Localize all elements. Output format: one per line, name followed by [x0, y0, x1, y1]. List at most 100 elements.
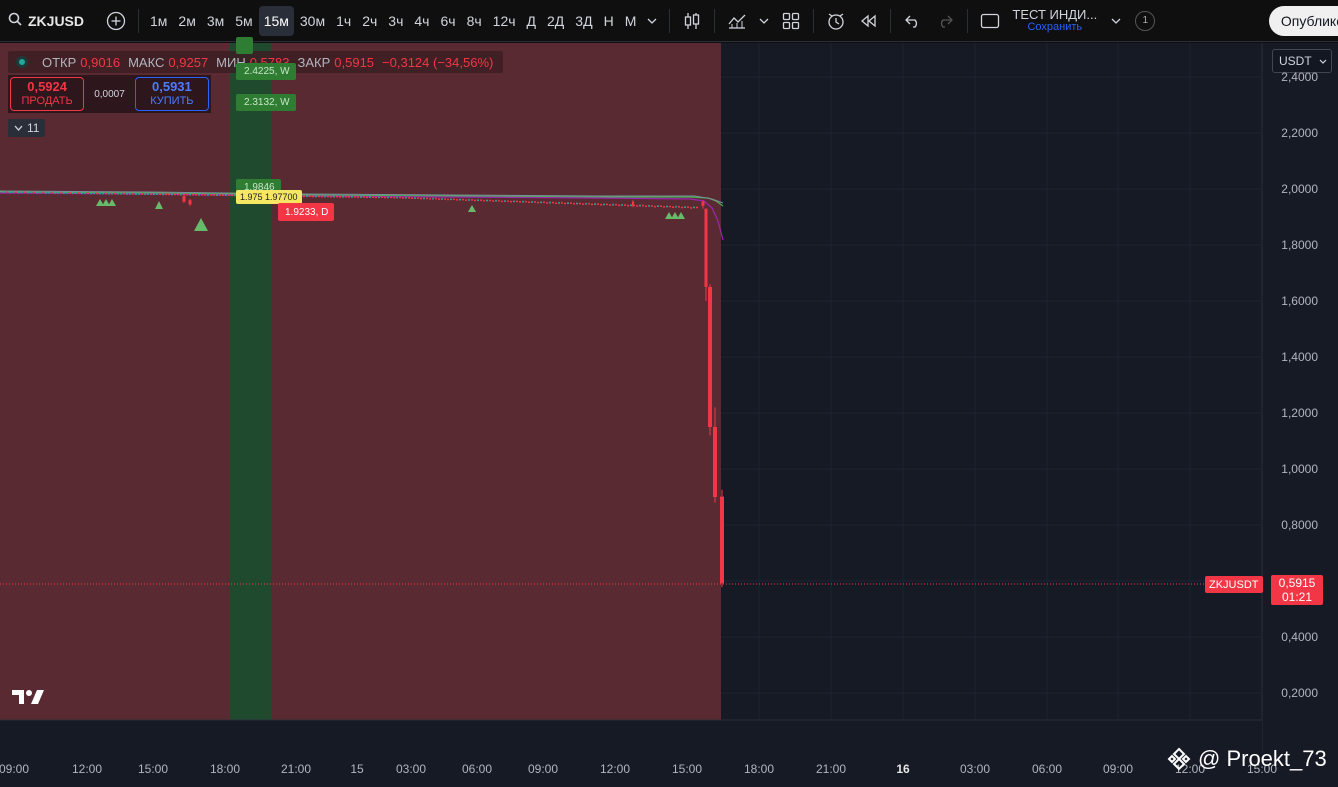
interval-9[interactable]: 3ч: [383, 6, 408, 36]
candle-body: [48, 192, 50, 194]
candle-body: [336, 196, 338, 198]
time-tick: 16: [896, 762, 910, 776]
candle-body: [177, 194, 179, 196]
candle-body: [348, 196, 350, 198]
fullscreen-icon[interactable]: [974, 6, 1006, 36]
candle-body: [84, 192, 86, 194]
candle-body: [417, 197, 419, 199]
open-label: ОТКР: [42, 54, 77, 70]
interval-1[interactable]: 1м: [145, 6, 172, 36]
bar-countdown: 01:21: [1281, 590, 1313, 604]
alert-clock-icon[interactable]: [820, 6, 852, 36]
interval-7[interactable]: 1ч: [331, 6, 356, 36]
candle-body: [720, 496, 724, 584]
interval-5[interactable]: 15м: [258, 5, 294, 36]
interval-4[interactable]: 5м: [230, 6, 257, 36]
candle-body: [27, 192, 29, 194]
candle-body: [363, 196, 365, 198]
candle-body: [507, 200, 509, 202]
candle-body: [701, 201, 705, 206]
candle-body: [573, 203, 575, 205]
candle-body: [654, 206, 656, 208]
buy-button[interactable]: 0,5931 КУПИТЬ: [134, 77, 209, 111]
candle-body: [528, 201, 530, 204]
candle-body: [45, 192, 47, 194]
toolbar-divider: [890, 8, 892, 33]
level-tag-text: 1.9233, D: [285, 206, 329, 218]
interval-6[interactable]: 30м: [295, 6, 330, 36]
interval-13[interactable]: 12ч: [488, 6, 521, 36]
price-tick: 0,2000: [1281, 686, 1318, 700]
candle-body: [693, 206, 695, 209]
candle-body: [120, 193, 122, 195]
candle-body: [141, 193, 143, 195]
candles-icon[interactable]: [676, 6, 708, 36]
layout-name[interactable]: ТЕСТ ИНДИ... Сохранить: [1012, 8, 1097, 34]
trade-panel: 0,5924 ПРОДАТЬ 0,0007 0,5931 КУПИТЬ: [8, 75, 211, 113]
candle-body: [219, 194, 221, 196]
interval-10[interactable]: 4ч: [409, 6, 434, 36]
chevron-down-icon[interactable]: [753, 6, 775, 36]
time-tick: 18:00: [743, 762, 775, 776]
interval-18[interactable]: М: [620, 6, 642, 36]
publish-button[interactable]: Опублико: [1268, 6, 1338, 36]
candle-body: [366, 196, 368, 199]
compare-add-icon[interactable]: [100, 6, 132, 36]
candle-body: [351, 196, 353, 198]
price-tick: 1,0000: [1281, 462, 1318, 476]
candle-body: [108, 193, 110, 195]
candle-body: [713, 427, 717, 497]
layout-grid-icon[interactable]: [775, 6, 807, 36]
price-tick: 2,4000: [1281, 70, 1318, 84]
candle-body: [632, 201, 634, 206]
price-tick: 2,0000: [1281, 182, 1318, 196]
candle-body: [87, 192, 89, 194]
chevron-down-icon[interactable]: [641, 6, 663, 36]
price-chart[interactable]: [0, 43, 1338, 787]
interval-11[interactable]: 6ч: [435, 6, 460, 36]
symbol-search[interactable]: ZKJUSD: [0, 12, 96, 29]
candle-body: [624, 204, 626, 206]
candle-body: [345, 196, 347, 198]
interval-12[interactable]: 8ч: [462, 6, 487, 36]
candle-body: [402, 197, 404, 199]
interval-14[interactable]: Д: [522, 6, 541, 36]
candle-body: [105, 193, 107, 195]
chart-pane[interactable]: ОТКР 0,9016 МАКС 0,9257 МИН 0,5783 ЗАКР …: [0, 37, 1338, 787]
interval-3[interactable]: 3м: [202, 6, 229, 36]
indicators-toggle[interactable]: 11: [8, 119, 46, 137]
red-zone: [0, 43, 721, 720]
candle-body: [477, 199, 479, 201]
interval-17[interactable]: Н: [599, 6, 619, 36]
candle-body: [393, 197, 395, 199]
candle-body: [9, 191, 11, 194]
candle-body: [150, 193, 152, 195]
interval-15[interactable]: 2Д: [542, 6, 569, 36]
tradingview-logo-icon[interactable]: [11, 688, 45, 711]
interval-2[interactable]: 2м: [173, 6, 200, 36]
candle-body: [405, 197, 407, 199]
candle-body: [162, 193, 164, 196]
candle-body: [327, 196, 329, 198]
undo-icon[interactable]: [897, 6, 929, 36]
candle-body: [564, 203, 566, 205]
save-link[interactable]: Сохранить: [1027, 21, 1082, 34]
indicators-icon[interactable]: [721, 6, 753, 36]
interval-8[interactable]: 2ч: [357, 6, 382, 36]
sell-button[interactable]: 0,5924 ПРОДАТЬ: [10, 77, 85, 111]
candle-body: [384, 197, 386, 199]
replay-icon[interactable]: [852, 6, 884, 36]
candle-body: [188, 200, 192, 205]
interval-16[interactable]: 3Д: [570, 6, 597, 36]
chevron-down-icon[interactable]: [1103, 6, 1129, 36]
redo-icon[interactable]: [929, 6, 961, 36]
candle-body: [468, 199, 470, 201]
candle-body: [480, 199, 482, 201]
candle-body: [495, 200, 497, 202]
candle-body: [567, 202, 569, 204]
currency-value: USDT: [1279, 54, 1312, 68]
candle-body: [390, 196, 392, 199]
search-icon: [8, 12, 22, 29]
candle-body: [156, 193, 158, 196]
time-tick: 15:00: [671, 762, 703, 776]
